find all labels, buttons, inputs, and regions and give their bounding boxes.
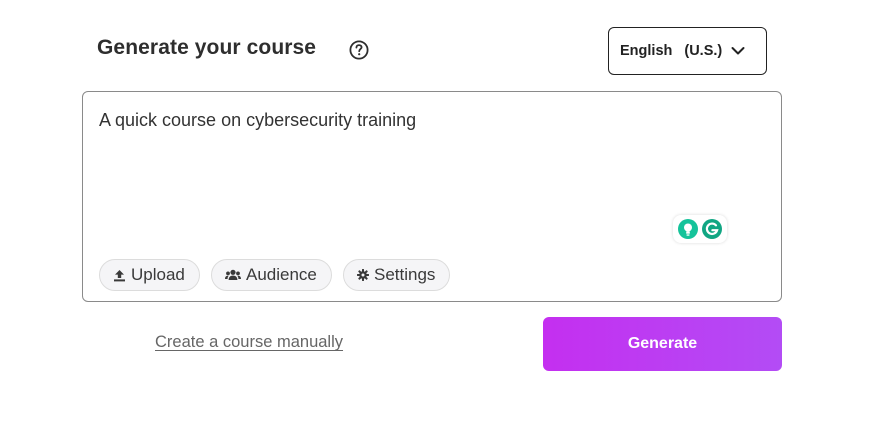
settings-button[interactable]: Settings <box>343 259 451 291</box>
question-circle-icon[interactable] <box>349 40 369 60</box>
generate-button[interactable]: Generate <box>543 317 782 371</box>
course-generator-page: Generate your course English (U.S.) A qu… <box>0 0 875 438</box>
create-manually-link[interactable]: Create a course manually <box>155 333 343 352</box>
gear-icon <box>357 269 369 281</box>
upload-label: Upload <box>131 265 185 284</box>
course-prompt-value: A quick course on cybersecurity training <box>99 110 417 130</box>
course-prompt-textarea[interactable]: A quick course on cybersecurity training… <box>82 91 782 302</box>
grammarly-icon[interactable] <box>701 218 723 240</box>
chevron-down-icon <box>731 47 745 55</box>
audience-label: Audience <box>246 265 317 284</box>
grammarly-widget[interactable] <box>673 215 727 243</box>
upload-button[interactable]: Upload <box>99 259 200 291</box>
grammarly-suggestion-icon[interactable] <box>677 218 699 240</box>
page-title: Generate your course <box>97 36 317 59</box>
language-region: (U.S.) <box>684 43 723 59</box>
audience-button[interactable]: Audience <box>211 259 332 291</box>
settings-label: Settings <box>374 265 436 284</box>
upload-icon <box>114 269 125 281</box>
language-name: English <box>620 43 673 59</box>
users-icon <box>225 269 241 280</box>
language-select[interactable]: English (U.S.) <box>608 27 767 75</box>
